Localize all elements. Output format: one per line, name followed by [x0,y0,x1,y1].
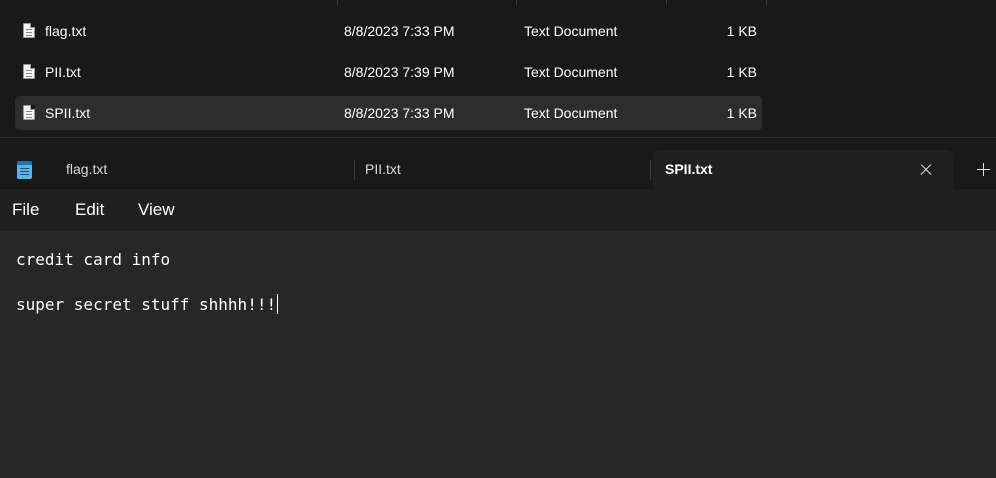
tab-divider [650,160,651,180]
file-date-modified: 8/8/2023 7:33 PM [344,23,455,39]
close-icon[interactable] [916,160,936,180]
column-divider[interactable] [766,0,767,5]
file-name: flag.txt [45,23,87,39]
file-date-modified: 8/8/2023 7:39 PM [344,64,455,80]
file-type: Text Document [524,64,618,80]
file-explorer-list: flag.txt 8/8/2023 7:33 PM Text Document … [0,0,996,138]
tab-label: flag.txt [66,161,108,177]
tab-label: PII.txt [365,161,401,177]
file-row-pii[interactable]: PII.txt 8/8/2023 7:39 PM Text Document 1… [15,55,762,89]
tab-pii[interactable]: PII.txt [353,150,645,189]
file-type: Text Document [524,105,618,121]
menu-view[interactable]: View [138,189,175,231]
tab-label: SPII.txt [665,161,713,177]
file-size: 1 KB [726,64,757,80]
menu-bar: File Edit View [0,189,996,231]
file-name: PII.txt [45,64,81,80]
text-document-icon [23,64,35,79]
file-size: 1 KB [726,23,757,39]
tab-bar: flag.txt PII.txt SPII.txt [0,138,996,189]
column-divider[interactable] [337,0,338,5]
column-divider[interactable] [666,0,667,5]
tab-spii[interactable]: SPII.txt [653,150,953,189]
file-row-spii[interactable]: SPII.txt 8/8/2023 7:33 PM Text Document … [15,96,762,130]
plus-icon[interactable] [970,159,996,181]
text-caret [277,294,279,314]
menu-edit[interactable]: Edit [75,189,104,231]
file-date-modified: 8/8/2023 7:33 PM [344,105,455,121]
file-size: 1 KB [726,105,757,121]
editor-line-1: credit card info [16,250,171,269]
file-type: Text Document [524,23,618,39]
notepad-window: flag.txt PII.txt SPII.txt File Edit View… [0,138,996,478]
editor-line-2-text: super secret stuff shhhh!!! [16,295,277,314]
file-row-flag[interactable]: flag.txt 8/8/2023 7:33 PM Text Document … [15,14,762,48]
file-name: SPII.txt [45,105,91,121]
text-document-icon [23,105,35,120]
text-document-icon [23,23,35,38]
menu-file[interactable]: File [12,189,39,231]
column-divider[interactable] [516,0,517,5]
editor-line-2: super secret stuff shhhh!!! [16,294,279,314]
text-editor[interactable]: credit card info super secret stuff shhh… [0,231,996,478]
notepad-icon [17,161,32,179]
tab-flag[interactable]: flag.txt [54,150,346,189]
